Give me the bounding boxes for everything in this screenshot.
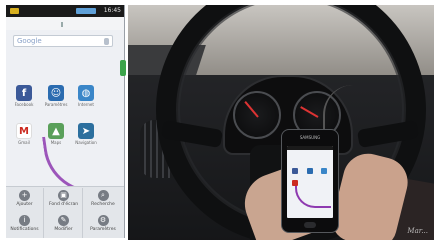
settings-icon: ⚙ [97,215,109,226]
settings-icon: ☺ [48,85,64,101]
menu-add-button[interactable]: + Ajouter [6,188,44,213]
scroll-handle[interactable] [120,60,126,76]
app-gmail[interactable]: M Gmail [12,123,36,146]
menu-label: Recherche [91,202,115,207]
menu-label: Ajouter [16,202,33,207]
phone-brand: SAMSUNG [299,135,321,140]
search-widget[interactable]: Google [13,35,113,47]
facebook-icon: f [16,85,32,101]
signal-icon [76,8,96,14]
wallpaper-icon: ▣ [58,190,69,201]
phone-screen: 16:45 Google f Facebook ☺ Paramètres ◍ I… [6,5,125,238]
app-facebook[interactable]: f Facebook [12,85,36,108]
settings-icon [307,168,313,174]
handheld-phone: SAMSUNG [281,129,339,233]
notification-icon [10,8,19,14]
car-photo: SAMSUNG Mar... [128,5,434,240]
status-bar: 16:45 [6,5,124,17]
handheld-status-bar [287,146,333,150]
globe-icon [321,168,327,174]
home-button [304,222,316,228]
app-label: Internet [78,102,94,107]
video-frame: 16:45 Google f Facebook ☺ Paramètres ◍ I… [0,0,437,243]
globe-icon: ◍ [78,85,94,101]
options-menu: + Ajouter ▣ Fond d'écran ⌕ Recherche i N… [6,186,124,238]
watermark: Mar... [407,227,428,235]
menu-label: Fond d'écran [48,202,79,207]
swipe-gesture-trail [295,186,331,208]
add-icon: + [19,190,30,201]
pin-icon [61,22,63,27]
menu-wallpaper-button[interactable]: ▣ Fond d'écran [45,188,83,213]
app-label: Paramètres [44,102,68,107]
menu-label: Paramètres [90,227,116,232]
facebook-icon [292,168,298,174]
menu-search-button[interactable]: ⌕ Recherche [84,188,122,213]
handheld-phone-screen [287,146,333,218]
search-icon: ⌕ [97,190,109,201]
home-topbar [6,17,124,30]
status-time: 16:45 [103,7,121,14]
menu-settings-button[interactable]: ⚙ Paramètres [84,213,122,238]
app-internet[interactable]: ◍ Internet [74,85,98,108]
edit-icon: ✎ [58,215,69,226]
google-logo: Google [17,37,42,45]
app-label: Gmail [18,140,30,145]
menu-edit-button[interactable]: ✎ Modifier [45,213,83,238]
menu-notifications-button[interactable]: i Notifications [6,213,44,238]
notifications-icon: i [19,215,30,226]
app-settings[interactable]: ☺ Paramètres [44,85,68,108]
gmail-icon: M [16,123,32,139]
app-label: Facebook [14,102,34,107]
menu-label: Notifications [10,227,39,232]
menu-label: Modifier [54,227,73,232]
mic-icon[interactable] [104,38,109,45]
